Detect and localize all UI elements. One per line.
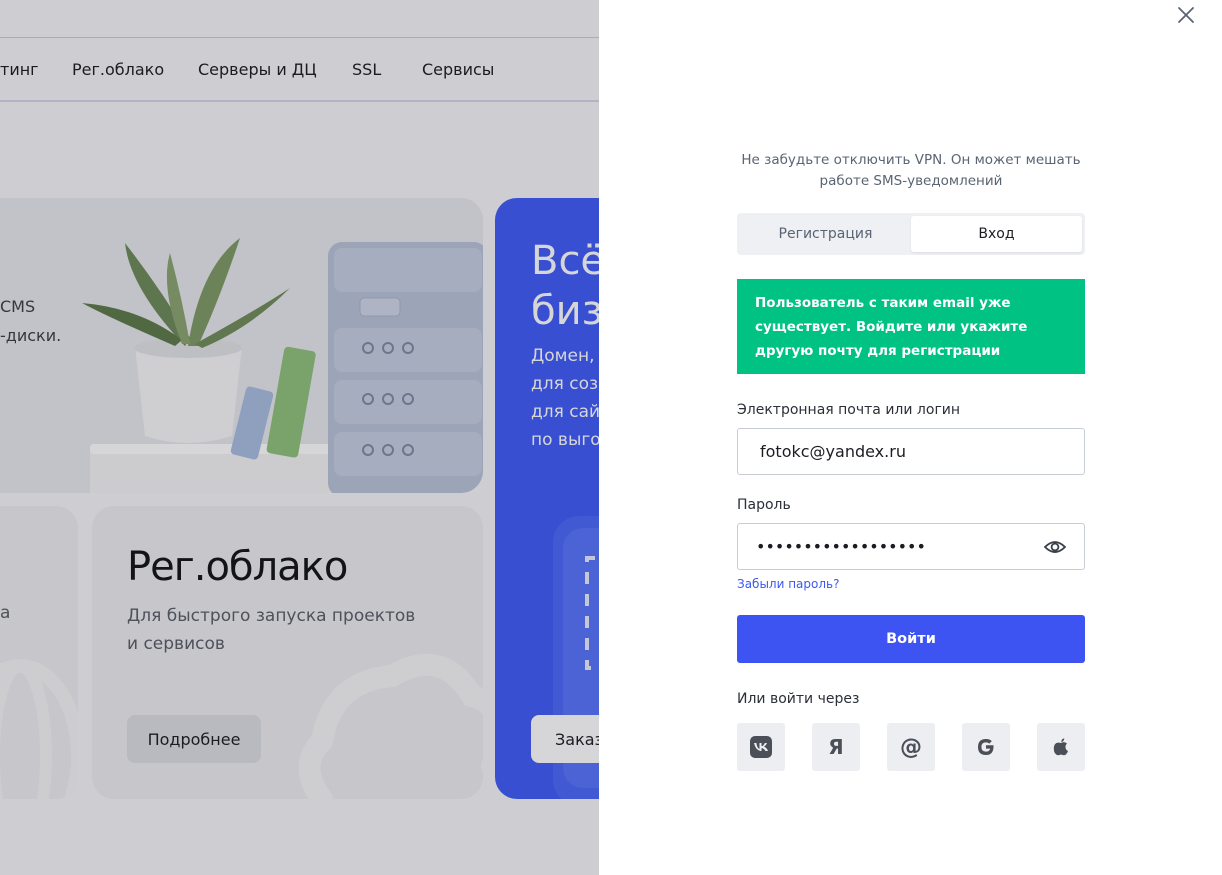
social-login-label: Или войти через [737, 691, 860, 707]
password-label: Пароль [737, 497, 791, 513]
forgot-password-link[interactable]: Забыли пароль? [737, 577, 839, 591]
mail-login-button[interactable]: @ [887, 723, 935, 771]
tab-login[interactable]: Вход [911, 216, 1082, 252]
vk-login-button[interactable] [737, 723, 785, 771]
auth-panel: Не забудьте отключить VPN. Он может меша… [599, 0, 1222, 875]
yandex-icon: Я [828, 735, 844, 759]
close-icon[interactable] [1175, 4, 1197, 26]
vk-icon [750, 736, 772, 758]
modal-overlay[interactable] [0, 0, 600, 875]
apple-icon [1053, 738, 1068, 756]
auth-tabs: Регистрация Вход [737, 213, 1085, 255]
yandex-login-button[interactable]: Я [812, 723, 860, 771]
mail-at-icon: @ [900, 734, 922, 760]
tab-registration[interactable]: Регистрация [740, 216, 911, 252]
password-value: •••••••••••••••••• [756, 537, 926, 556]
show-password-icon[interactable] [1044, 537, 1066, 557]
vpn-notice: Не забудьте отключить VPN. Он может меша… [741, 152, 1081, 189]
google-icon [978, 739, 994, 755]
email-field[interactable]: fotokc@yandex.ru [737, 428, 1085, 475]
email-exists-alert: Пользователь с таким email уже существуе… [737, 279, 1085, 374]
login-button[interactable]: Войти [737, 615, 1085, 663]
email-label: Электронная почта или логин [737, 402, 961, 418]
password-field[interactable]: •••••••••••••••••• [737, 523, 1085, 570]
apple-login-button[interactable] [1037, 723, 1085, 771]
google-login-button[interactable] [962, 723, 1010, 771]
